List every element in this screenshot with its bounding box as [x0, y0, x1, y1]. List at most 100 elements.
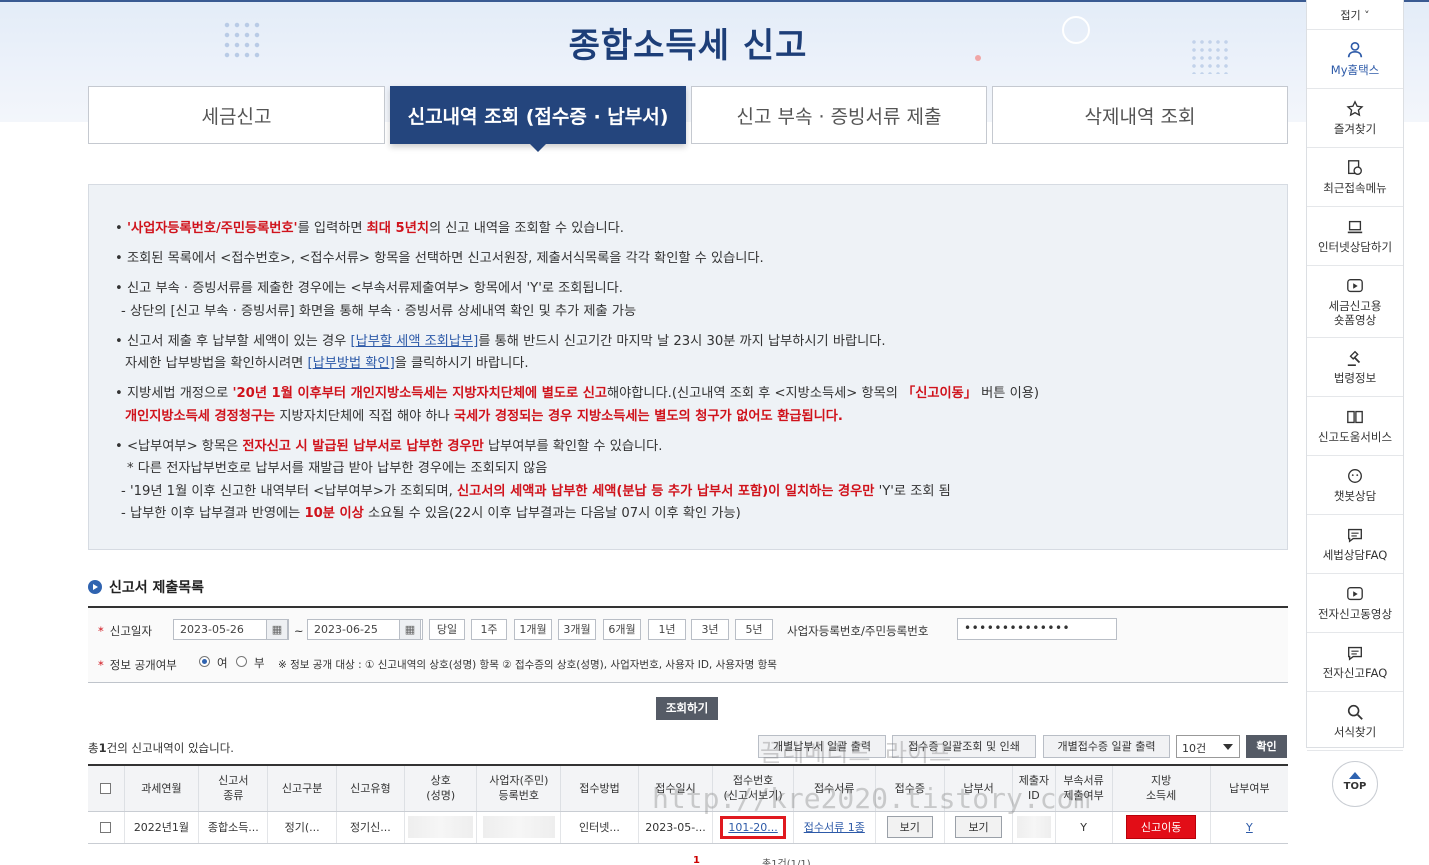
table-header-row: 과세연월 신고서 종류 신고구분 신고유형 상호 (성명) 사업자(주민) 등록…: [88, 764, 1288, 812]
period-3m-button[interactable]: 3개월: [558, 619, 596, 640]
tab-tax-filing[interactable]: 세금신고: [88, 86, 385, 144]
receipt-docs-link[interactable]: 접수서류 1종: [804, 821, 865, 834]
select-all-checkbox[interactable]: [88, 764, 125, 812]
quick-shortform-video[interactable]: 세금신고용 숏폼영상: [1307, 266, 1403, 338]
col-header: 과세연월: [123, 764, 199, 812]
disclose-note: ※ 정보 공개 대상 : ① 신고내역의 상호(성명) 항목 ② 접수증의 상호…: [278, 659, 777, 671]
page-info: 총1건(1/1): [762, 859, 811, 865]
disclose-label: * 정보 공개여부: [98, 658, 177, 672]
notice-line: • '사업자등록번호/주민등록번호'를 입력하면 최대 5년치의 신고 내역을 …: [115, 221, 624, 236]
quick-menu-fold-button[interactable]: 접기 ˅: [1307, 0, 1403, 30]
col-header: 사업자(주민) 등록번호: [476, 764, 561, 812]
notice-line: 개인지방소득세 경정청구는 지방자치단체에 직접 해야 하나 국세가 경정되는 …: [125, 409, 843, 424]
col-header: 지방 소득세: [1111, 764, 1211, 812]
notice-box: • '사업자등록번호/주민등록번호'를 입력하면 최대 5년치의 신고 내역을 …: [88, 184, 1288, 550]
video-play-icon: [1347, 278, 1363, 292]
disclose-no-label: 부: [254, 656, 265, 670]
receipt-number-link[interactable]: 101-20...: [720, 815, 786, 839]
period-3y-button[interactable]: 3년: [691, 619, 729, 640]
bulk-receipt-print-button[interactable]: 접수증 일괄조회 및 인쇄: [892, 735, 1036, 758]
pay-tax-link[interactable]: [납부할 세액 조회납부]: [350, 334, 478, 349]
tab-deleted-history[interactable]: 삭제내역 조회: [992, 86, 1288, 144]
quick-chatbot[interactable]: 챗봇상담: [1307, 456, 1403, 515]
period-6m-button[interactable]: 6개월: [603, 619, 641, 640]
book-icon: [1347, 410, 1363, 424]
chatbot-icon: [1348, 469, 1362, 483]
notice-line: * 다른 전자납부번호로 납부서를 재발급 받아 납부한 경우에는 조회되지 않…: [127, 461, 548, 476]
cell-receipt: 보기: [874, 811, 945, 844]
results-table: 과세연월 신고서 종류 신고구분 신고유형 상호 (성명) 사업자(주민) 등록…: [88, 764, 1288, 844]
tab-filing-history[interactable]: 신고내역 조회 (접수증 · 납부서): [390, 86, 686, 152]
section-title: 신고서 제출목록: [88, 577, 204, 597]
page-number[interactable]: 1: [693, 855, 700, 865]
notice-line: • 조회된 목록에서 <접수번호>, <접수서류> 항목을 선택하면 신고서원장…: [115, 251, 764, 266]
search-button[interactable]: 조회하기: [656, 697, 718, 720]
quick-recent-menu[interactable]: 최근접속메뉴: [1307, 148, 1403, 207]
notice-line: - 상단의 [신고 부속 · 증빙서류] 화면을 통해 부속 · 증빙서류 상세…: [121, 304, 637, 319]
quick-efiling-faq[interactable]: 전자신고FAQ: [1307, 633, 1403, 692]
quick-efiling-video[interactable]: 전자신고동영상: [1307, 574, 1403, 633]
period-5y-button[interactable]: 5년: [735, 619, 773, 640]
calendar-icon[interactable]: ▦: [266, 619, 288, 640]
payment-view-button[interactable]: 보기: [955, 816, 1002, 838]
tab-bar: 세금신고 신고내역 조회 (접수증 · 납부서) 신고 부속 · 증빙서류 제출…: [88, 86, 1288, 152]
date-separator: ~: [294, 624, 304, 638]
col-header: 접수일시: [637, 764, 713, 812]
id-label: 사업자등록번호/주민등록번호: [787, 624, 929, 638]
quick-filing-help[interactable]: 신고도움서비스: [1307, 397, 1403, 456]
result-count: 총1건의 신고내역이 있습니다.: [88, 741, 234, 755]
cell-payment: 보기: [943, 811, 1013, 844]
quick-online-consult[interactable]: 인터넷상담하기: [1307, 207, 1403, 266]
notice-line: • <납부여부> 항목은 전자신고 시 발급된 납부서로 납부한 경우만 납부여…: [115, 439, 663, 454]
confirm-button[interactable]: 확인: [1246, 735, 1287, 758]
search-form: * 신고일자 2023-05-26 ▦ ~ 2023-06-25 ▦ 당일 1주 …: [88, 606, 1288, 683]
id-input[interactable]: ••••••••••••••: [957, 618, 1117, 640]
cell-attached: Y: [1054, 811, 1112, 844]
notice-line: • 신고서 제출 후 납부할 세액이 있는 경우 [납부할 세액 조회납부]를 …: [115, 334, 886, 349]
bulk-each-receipt-button[interactable]: 개별접수증 일괄 출력: [1043, 735, 1170, 758]
disclose-yes-radio[interactable]: [199, 656, 210, 667]
chat-bubble-icon: [1348, 646, 1362, 661]
col-header: 납부서: [943, 764, 1013, 812]
quick-my-hometax[interactable]: My홈택스: [1307, 30, 1403, 89]
paid-status-link[interactable]: Y: [1246, 821, 1253, 834]
pay-method-link[interactable]: [납부방법 확인]: [307, 356, 394, 371]
calendar-icon[interactable]: ▦: [399, 619, 421, 640]
period-1y-button[interactable]: 1년: [648, 619, 686, 640]
quick-form-search[interactable]: 서식찾기: [1307, 692, 1403, 751]
quick-tax-faq[interactable]: 세법상담FAQ: [1307, 515, 1403, 574]
table-row: 2022년1월 종합소득... 정기(... 정기신... 인터넷... 202…: [88, 811, 1288, 844]
cell-name-redacted: [403, 811, 477, 844]
cell-method: 인터넷...: [560, 811, 639, 844]
disclose-yes-label: 여: [217, 656, 228, 670]
video-play-icon: [1347, 587, 1363, 601]
local-tax-move-button[interactable]: 신고이동: [1125, 815, 1197, 839]
disclose-no-radio[interactable]: [236, 656, 247, 667]
page-title: 종합소득세 신고: [568, 26, 808, 66]
col-header: 접수방법: [560, 764, 639, 812]
quick-law-info[interactable]: 법령정보: [1307, 338, 1403, 397]
period-1m-button[interactable]: 1개월: [514, 619, 552, 640]
notice-line: • 지방세법 개정으로 '20년 1월 이후부터 개인지방소득세는 지방자치단체…: [115, 386, 1040, 401]
quick-favorites[interactable]: 즐겨찾기: [1307, 89, 1403, 148]
receipt-view-button[interactable]: 보기: [886, 816, 933, 838]
notice-line: 자세한 납부방법을 확인하시려면 [납부방법 확인]을 클릭하시기 바랍니다.: [125, 356, 529, 371]
period-1w-button[interactable]: 1주: [471, 619, 507, 640]
page-size-select[interactable]: 10건: [1176, 735, 1240, 758]
col-header: 제출자 ID: [1012, 764, 1056, 812]
recent-doc-icon: [1348, 160, 1362, 175]
bullet-icon: [88, 580, 102, 594]
cell-local-tax: 신고이동: [1111, 811, 1211, 844]
bulk-payment-print-button[interactable]: 개별납부서 일괄 출력: [758, 735, 886, 758]
notice-line: - '19년 1월 이후 신고한 내역부터 <납부여부>가 조회되며, 신고서의…: [121, 484, 951, 499]
period-today-button[interactable]: 당일: [429, 619, 465, 640]
tab-attached-docs[interactable]: 신고 부속 · 증빙서류 제출: [691, 86, 987, 144]
cell-period: 2022년1월: [123, 811, 199, 844]
cell-receipt-no: 101-20...: [712, 811, 794, 844]
cell-type: 정기신...: [335, 811, 405, 844]
cell-division: 정기(...: [267, 811, 337, 844]
notice-line: - 납부한 이후 납부결과 반영에는 10분 이상 소요될 수 있음(22시 이…: [121, 506, 741, 521]
scroll-top-button[interactable]: TOP: [1332, 761, 1378, 807]
row-checkbox[interactable]: [88, 811, 125, 844]
cell-date: 2023-05-...: [637, 811, 713, 844]
